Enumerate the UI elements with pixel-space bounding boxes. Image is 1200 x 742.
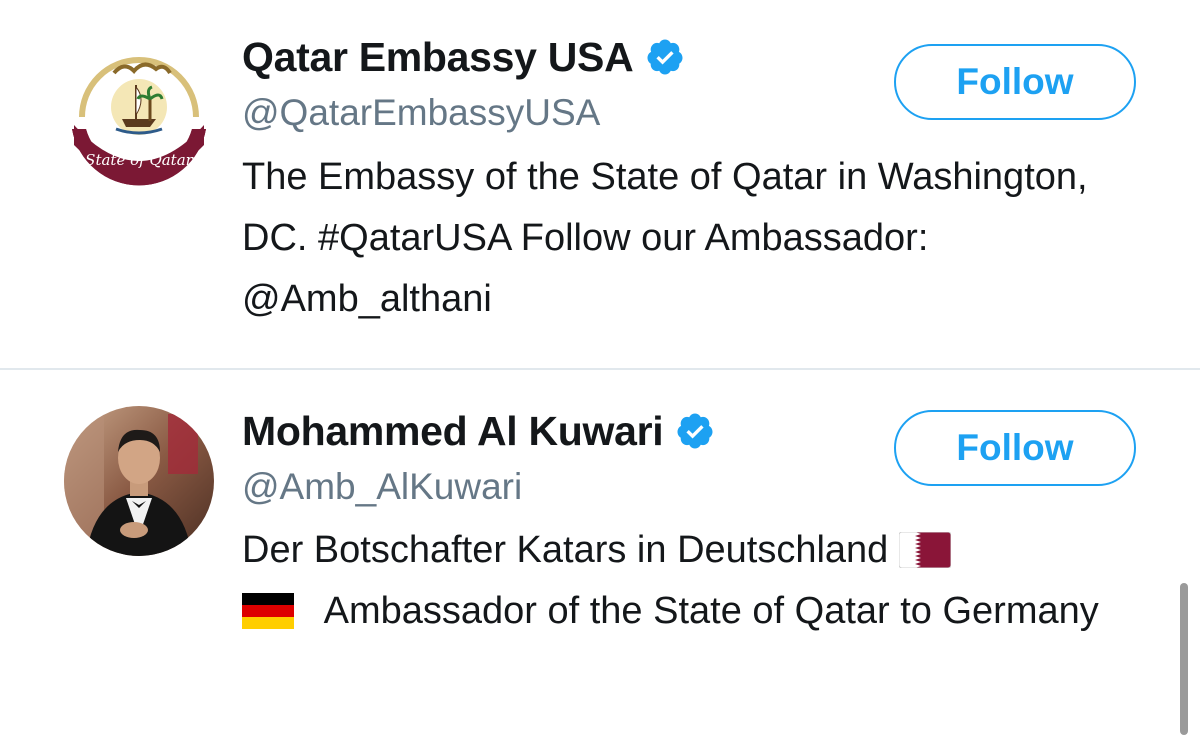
account-row[interactable]: Mohammed Al Kuwari @Amb_AlKuwari Der Bot… — [0, 370, 1200, 742]
qatar-emblem-icon: State of Qatar — [64, 37, 214, 187]
display-name[interactable]: Qatar Embassy USA — [242, 34, 634, 81]
follow-button[interactable]: Follow — [894, 44, 1136, 120]
follow-button[interactable]: Follow — [894, 410, 1136, 486]
bio: The Embassy of the State of Qatar in Was… — [242, 156, 1088, 320]
person-photo-icon — [64, 406, 214, 556]
account-list: State of Qatar Qatar Embassy USA @QatarE… — [0, 0, 1200, 742]
name-line: Qatar Embassy USA — [242, 32, 685, 82]
handle[interactable]: @QatarEmbassyUSA — [242, 92, 600, 134]
bio-text-en: Ambassador of the State of Qatar to Germ… — [323, 590, 1099, 632]
handle[interactable]: @Amb_AlKuwari — [242, 466, 522, 508]
bio-text-de: Der Botschafter Katars in Deutschland — [242, 529, 889, 571]
avatar[interactable]: State of Qatar — [64, 37, 214, 187]
avatar[interactable] — [64, 406, 214, 556]
bio: Der Botschafter Katars in Deutschland Am… — [242, 520, 1142, 642]
emblem-lettering: State of Qatar — [85, 151, 193, 169]
scrollbar[interactable] — [1180, 583, 1188, 735]
name-line: Mohammed Al Kuwari — [242, 406, 715, 456]
display-name[interactable]: Mohammed Al Kuwari — [242, 408, 664, 455]
account-row[interactable]: State of Qatar Qatar Embassy USA @QatarE… — [0, 0, 1200, 368]
qatar-flag-icon — [898, 532, 951, 568]
verified-badge-icon — [647, 39, 683, 75]
verified-badge-icon — [677, 413, 713, 449]
germany-flag-icon — [242, 593, 294, 629]
